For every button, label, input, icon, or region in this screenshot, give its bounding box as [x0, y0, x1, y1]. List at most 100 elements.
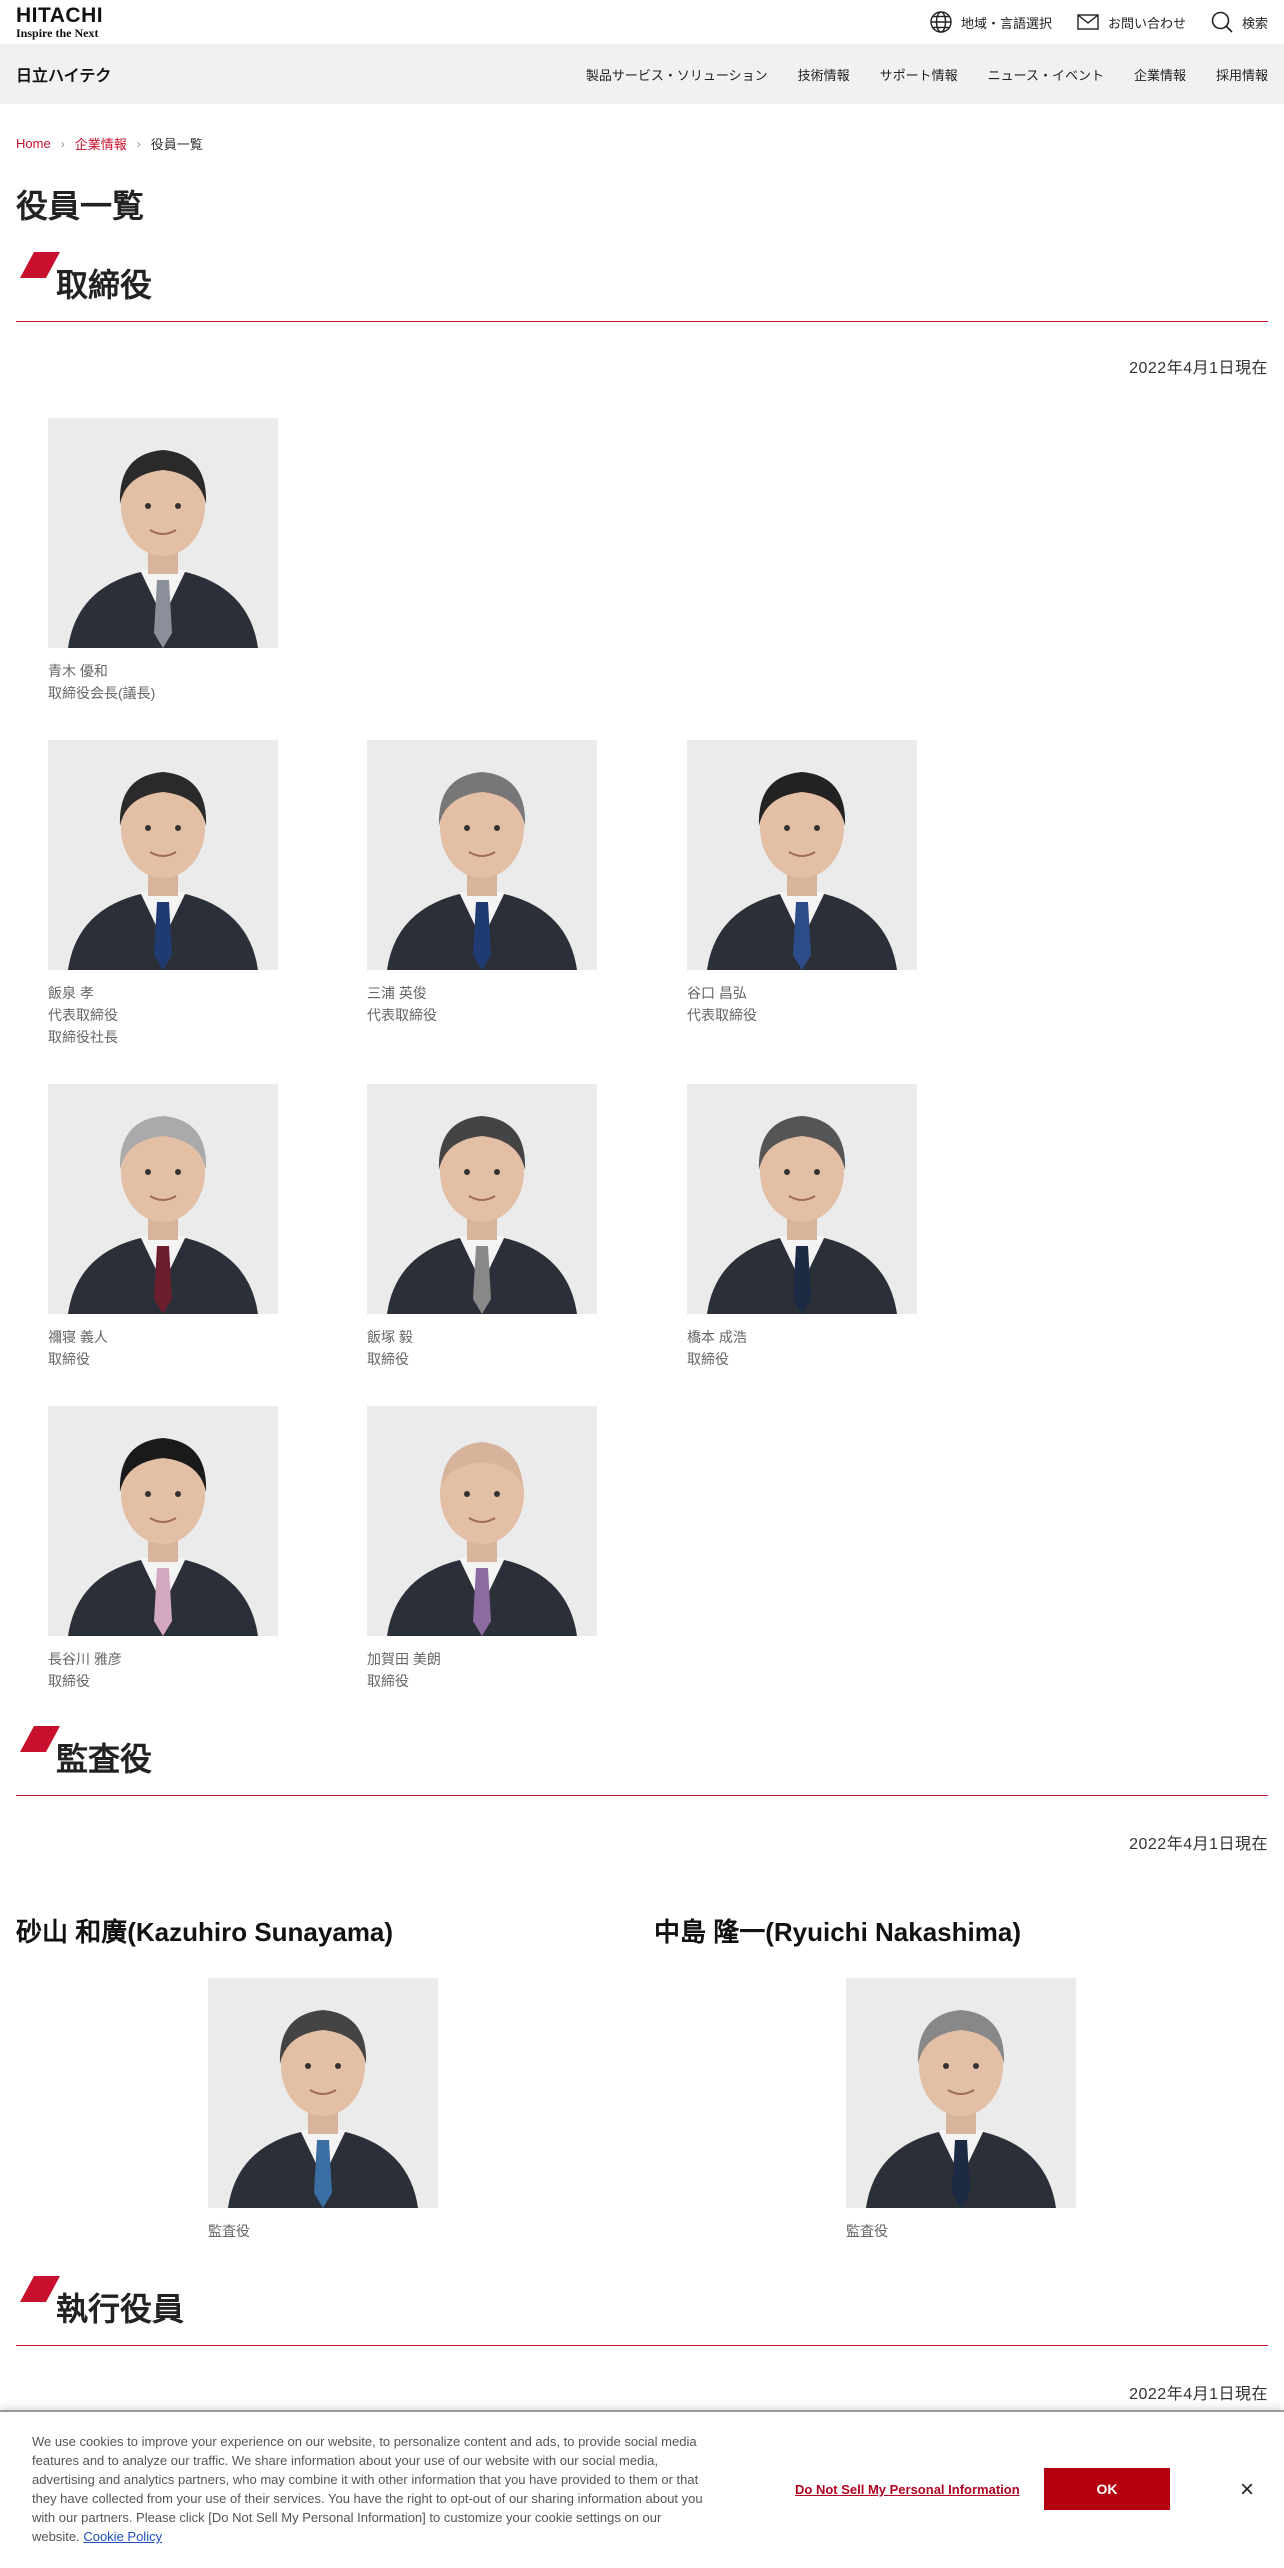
- section-slash-icon: [20, 2276, 60, 2302]
- globe-icon: [930, 11, 952, 33]
- nav-item-news[interactable]: ニュース・イベント: [988, 65, 1104, 84]
- person-role: 取締役: [48, 1351, 90, 1367]
- person-photo: [208, 1978, 438, 2208]
- person-photo: [48, 1406, 278, 1636]
- region-language-link[interactable]: 地域・言語選択: [929, 10, 1052, 34]
- section-heading-officers: 執行役員: [16, 2266, 1268, 2346]
- nav-item-careers[interactable]: 採用情報: [1216, 65, 1268, 84]
- portrait-photo: [367, 1084, 597, 1314]
- person-role: 取締役社長: [48, 1029, 118, 1045]
- person-photo: [687, 1084, 917, 1314]
- person-photo: [48, 1084, 278, 1314]
- section-title-directors: 取締役: [56, 267, 153, 303]
- person-name: 加賀田 美朗: [367, 1651, 441, 1667]
- person-photo: [48, 740, 278, 970]
- cookie-message: We use cookies to improve your experienc…: [32, 2432, 712, 2546]
- person-card: 青木 優和取締役会長(議長): [48, 418, 278, 704]
- portrait-photo: [48, 418, 278, 648]
- person-photo: [367, 1084, 597, 1314]
- person-photo: [367, 740, 597, 970]
- person-card: 禰寝 義人 取締役: [48, 1084, 278, 1370]
- person-card: 飯泉 孝代表取締役取締役社長: [48, 740, 278, 1048]
- close-icon[interactable]: ×: [1240, 2476, 1254, 2504]
- breadcrumb: Home › 企業情報 › 役員一覧: [0, 134, 1284, 153]
- nav-item-technology[interactable]: 技術情報: [798, 65, 850, 84]
- portrait-photo: [846, 1978, 1076, 2208]
- person-role: 取締役会長(議長): [48, 685, 156, 701]
- person-name: 飯泉 孝: [48, 985, 94, 1001]
- person-card: 飯塚 毅取締役: [367, 1084, 597, 1370]
- auditor-name: 砂山 和廣(Kazuhiro Sunayama): [16, 1917, 394, 1947]
- mail-icon: [1077, 14, 1099, 30]
- section-slash-icon: [20, 252, 60, 278]
- person-name: 長谷川 雅彦: [48, 1651, 122, 1667]
- person-card: 三浦 英俊 代表取締役: [367, 740, 597, 1026]
- main-nav: 日立ハイテク 製品サービス・ソリューション 技術情報 サポート情報 ニュース・イ…: [0, 44, 1284, 104]
- person-photo: [846, 1978, 1076, 2208]
- person-role: 取締役: [367, 1673, 409, 1689]
- portrait-photo: [687, 740, 917, 970]
- nav-item-products[interactable]: 製品サービス・ソリューション: [586, 65, 768, 84]
- brand-name[interactable]: 日立ハイテク: [16, 62, 111, 86]
- top-utility-bar: HITACHI Inspire the Next 地域・言語選択 お問い合わせ …: [0, 0, 1284, 44]
- region-language-label: 地域・言語選択: [960, 15, 1052, 31]
- person-name: 禰寝 義人: [48, 1329, 108, 1345]
- as-of-date-auditors: 2022年4月1日現在: [1129, 1836, 1268, 1853]
- portrait-photo: [48, 1406, 278, 1636]
- as-of-date-directors: 2022年4月1日現在: [1129, 360, 1268, 377]
- person-role: 監査役: [846, 2223, 888, 2239]
- section-title-officers: 執行役員: [56, 2291, 185, 2327]
- person-role: 代表取締役: [367, 1007, 437, 1023]
- breadcrumb-home[interactable]: Home: [16, 136, 51, 151]
- section-heading-auditors: 監査役: [16, 1716, 1268, 1796]
- person-photo: [48, 418, 278, 648]
- person-photo: [687, 740, 917, 970]
- portrait-photo: [48, 1084, 278, 1314]
- person-card: 長谷川 雅彦 取締役: [48, 1406, 278, 1692]
- cookie-banner: We use cookies to improve your experienc…: [0, 2410, 1284, 2568]
- person-role: 代表取締役: [48, 1007, 118, 1023]
- person-card: 谷口 昌弘代表取締役: [687, 740, 917, 1026]
- cookie-policy-link[interactable]: Cookie Policy: [83, 2529, 162, 2544]
- person-name: 谷口 昌弘: [687, 985, 747, 1001]
- section-slash-icon: [20, 1726, 60, 1752]
- nav-menu: 製品サービス・ソリューション 技術情報 サポート情報 ニュース・イベント 企業情…: [586, 65, 1268, 84]
- person-role: 代表取締役: [687, 1007, 757, 1023]
- person-role: 取締役: [687, 1351, 729, 1367]
- person-card: 監査役: [208, 1978, 438, 2242]
- page-title: 役員一覧: [16, 188, 145, 224]
- portrait-photo: [687, 1084, 917, 1314]
- chevron-right-icon: ›: [136, 136, 141, 151]
- person-role: 監査役: [208, 2223, 250, 2239]
- section-heading-directors: 取締役: [16, 242, 1268, 322]
- portrait-photo: [48, 740, 278, 970]
- breadcrumb-corporate[interactable]: 企業情報: [75, 134, 127, 153]
- hitachi-logo[interactable]: HITACHI Inspire the Next: [16, 5, 103, 39]
- logo-tagline: Inspire the Next: [16, 26, 99, 40]
- cookie-ok-button[interactable]: OK: [1044, 2468, 1170, 2510]
- logo-main-text: HITACHI: [16, 4, 104, 27]
- do-not-sell-link[interactable]: Do Not Sell My Personal Information: [795, 2482, 1020, 2497]
- chevron-right-icon: ›: [60, 136, 65, 151]
- contact-label: お問い合わせ: [1107, 15, 1186, 31]
- breadcrumb-current: 役員一覧: [150, 137, 203, 152]
- person-card: 加賀田 美朗 取締役: [367, 1406, 597, 1692]
- person-name: 青木 優和: [48, 663, 108, 679]
- search-label: 検索: [1241, 15, 1268, 31]
- nav-item-corporate[interactable]: 企業情報: [1134, 65, 1186, 84]
- person-role: 取締役: [48, 1673, 90, 1689]
- nav-item-support[interactable]: サポート情報: [880, 65, 958, 84]
- section-title-auditors: 監査役: [56, 1741, 153, 1777]
- portrait-photo: [208, 1978, 438, 2208]
- person-card: 橋本 成浩 取締役: [687, 1084, 917, 1370]
- as-of-date-officers: 2022年4月1日現在: [1129, 2386, 1268, 2403]
- search-icon: [1211, 11, 1233, 33]
- portrait-photo: [367, 740, 597, 970]
- person-card: 監査役: [846, 1978, 1076, 2242]
- person-role: 取締役: [367, 1351, 409, 1367]
- contact-link[interactable]: お問い合わせ: [1076, 10, 1186, 34]
- auditor-name: 中島 隆一(Ryuichi Nakashima): [654, 1917, 1021, 1947]
- cookie-text: We use cookies to improve your experienc…: [32, 2434, 703, 2544]
- search-link[interactable]: 検索: [1210, 10, 1268, 34]
- utility-links: 地域・言語選択 お問い合わせ 検索: [929, 10, 1268, 34]
